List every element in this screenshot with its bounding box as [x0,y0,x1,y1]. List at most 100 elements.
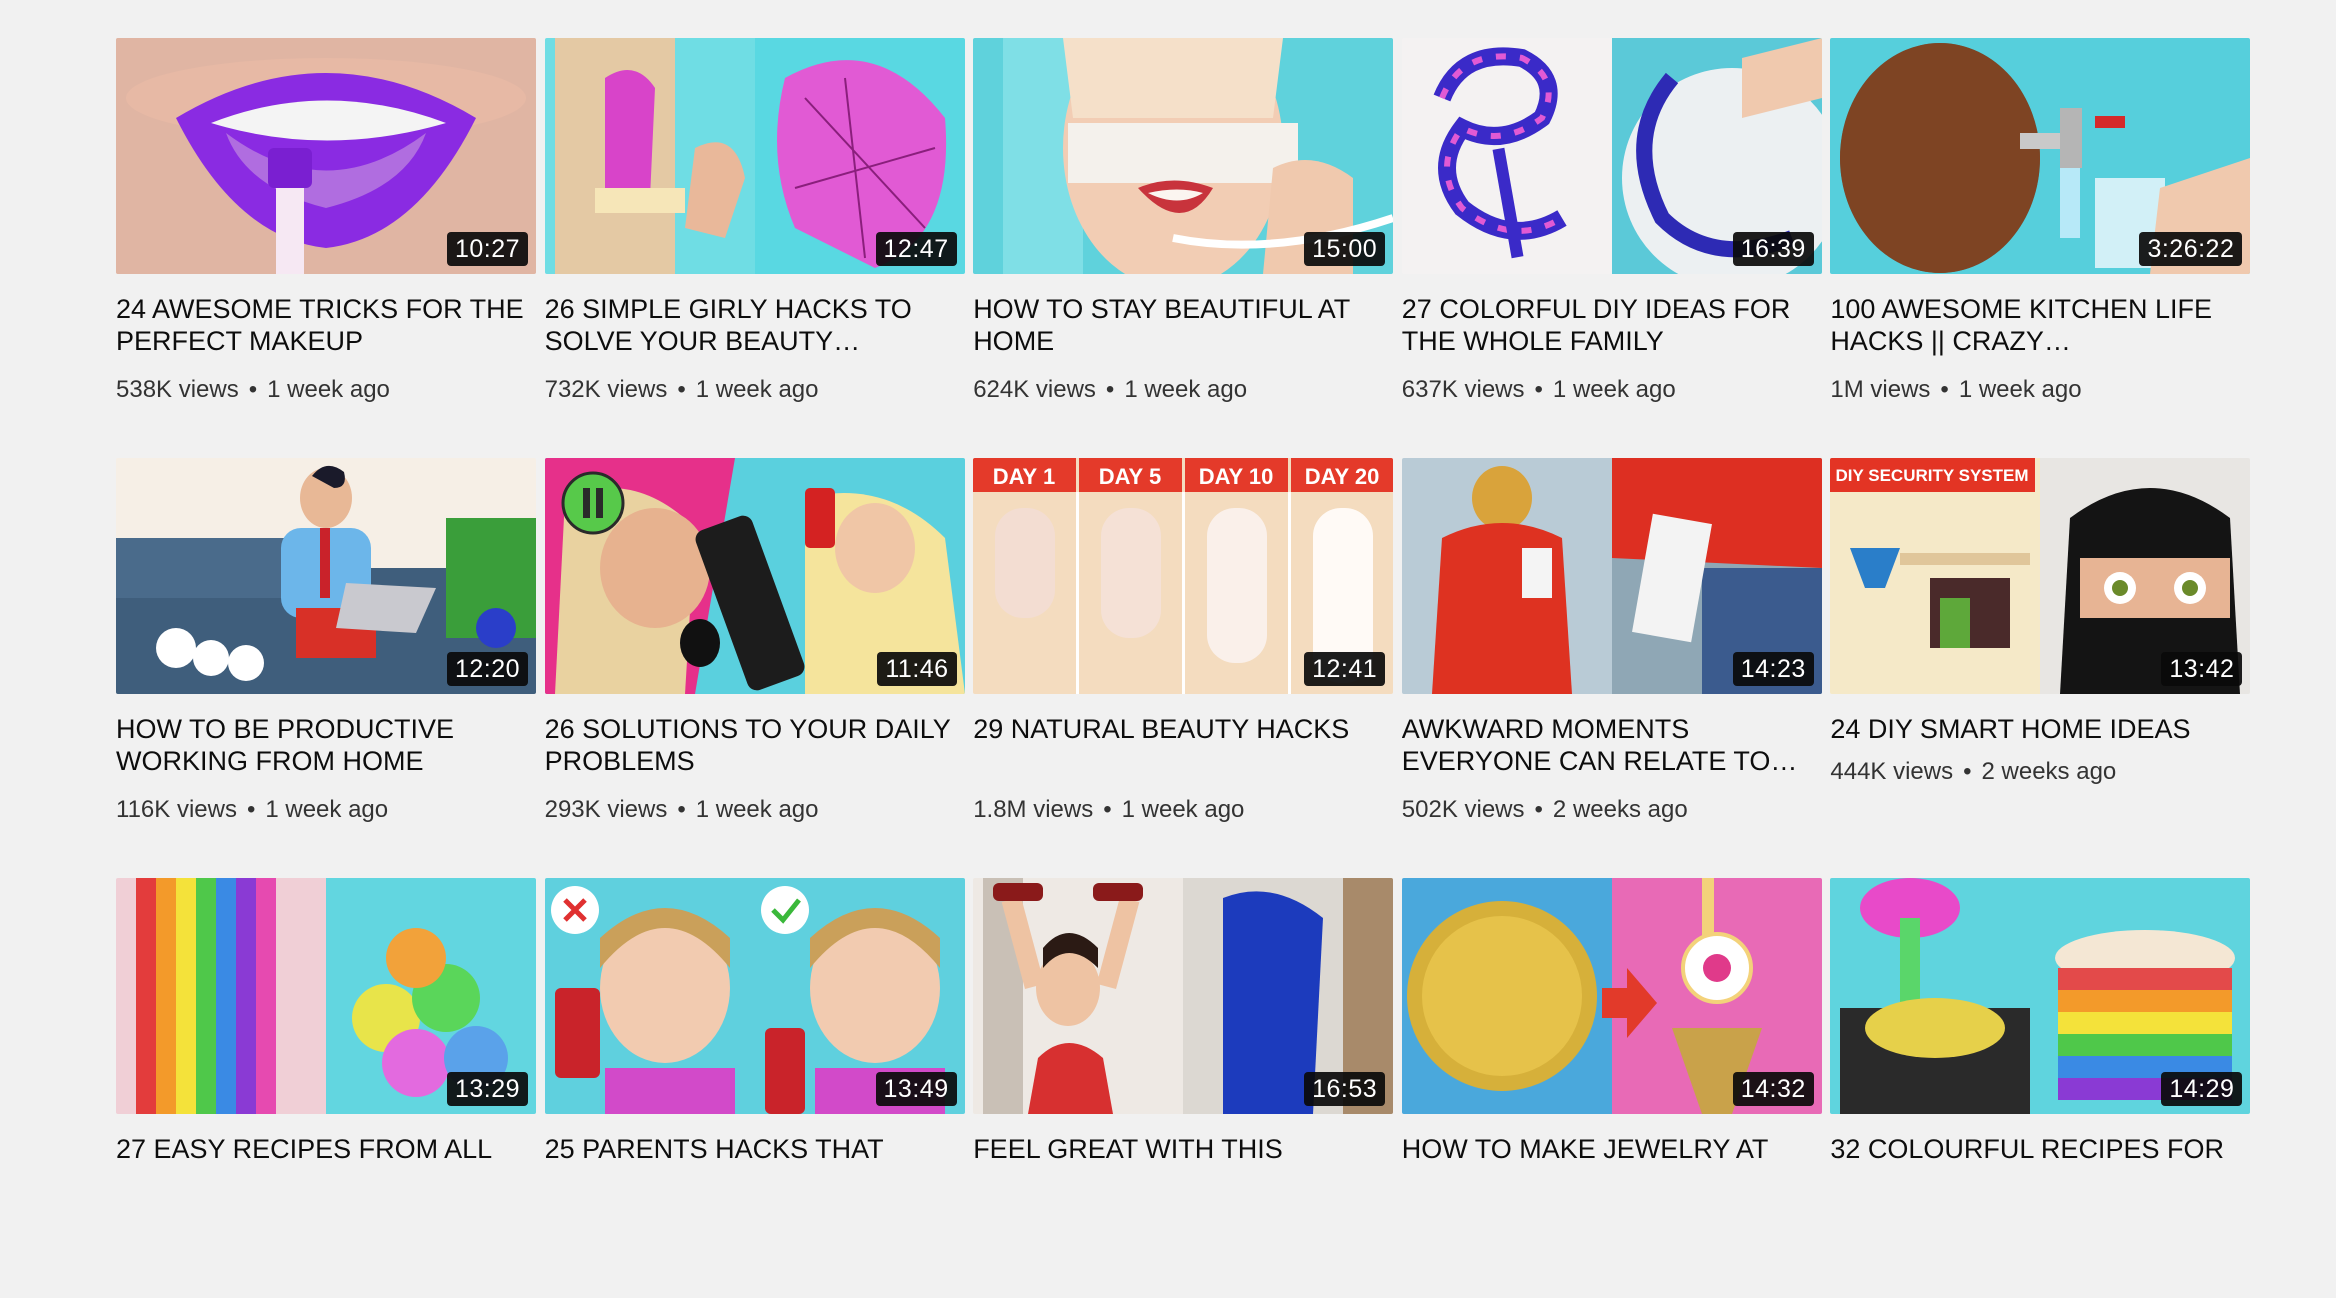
video-title[interactable]: 27 EASY RECIPES FROM ALL [116,1133,526,1165]
upload-age: 2 weeks ago [1552,796,1688,823]
view-count: 624K views [973,376,1096,403]
duration-badge: 12:47 [875,232,957,266]
video-thumbnail[interactable]: 11:46 [544,458,965,694]
video-title[interactable]: FEEL GREAT WITH THIS [973,1133,1383,1165]
video-thumbnail[interactable]: 16:39 [1401,38,1822,274]
video-thumbnail[interactable]: 15:00 [973,38,1394,274]
duration-badge: 13:29 [446,1072,528,1106]
view-count: 1M views [1830,376,1931,403]
video-meta: 1M views • 1 week ago [1830,376,2081,404]
video-title[interactable]: HOW TO BE PRODUCTIVE WORKING FROM HOME [116,713,526,777]
video-title[interactable]: 26 SOLUTIONS TO YOUR DAILY PROBLEMS [545,713,955,777]
duration-badge: 13:49 [875,1072,957,1106]
video-thumbnail[interactable]: 12:20 [116,458,536,694]
duration-badge: 3:26:22 [2139,232,2243,266]
video-thumbnail[interactable]: 14:32 [1401,878,1822,1114]
duration-badge: 16:39 [1732,232,1814,266]
video-card[interactable]: 10:27 24 AWESOME TRICKS FOR THE PERFECT … [116,38,536,458]
separator-dot: • [1940,376,1949,403]
upload-age: 1 week ago [695,376,819,403]
separator-dot: • [246,796,256,823]
separator-dot: • [1105,376,1115,403]
video-thumbnail[interactable]: 14:23 [1401,458,1822,694]
upload-age: 1 week ago [695,796,819,823]
video-meta: 538K views • 1 week ago [116,376,390,404]
duration-badge: 15:00 [1304,232,1386,266]
video-card[interactable]: 16:39 27 COLORFUL DIY IDEAS FOR THE WHOL… [1401,38,1822,458]
video-card[interactable]: 12:47 26 SIMPLE GIRLY HACKS TO SOLVE YOU… [544,38,965,458]
video-card[interactable]: 13:29 27 EASY RECIPES FROM ALL [116,878,536,1298]
video-title[interactable]: 24 AWESOME TRICKS FOR THE PERFECT MAKEUP [116,293,526,357]
nail-day-label: DAY 20 [1305,464,1380,489]
video-title[interactable]: AWKWARD MOMENTS EVERYONE CAN RELATE TO… [1402,713,1812,777]
duration-badge: 16:53 [1304,1072,1386,1106]
video-title[interactable]: 100 AWESOME KITCHEN LIFE HACKS || CRAZY… [1830,293,2240,357]
video-card[interactable]: 15:00 HOW TO STAY BEAUTIFUL AT HOME 624K… [973,38,1394,458]
video-card[interactable]: 11:46 26 SOLUTIONS TO YOUR DAILY PROBLEM… [544,458,965,878]
upload-age: 2 weeks ago [1981,758,2117,785]
view-count: 502K views [1401,796,1525,823]
video-meta: 293K views • 1 week ago [545,796,819,824]
video-card[interactable]: 14:23 AWKWARD MOMENTS EVERYONE CAN RELAT… [1401,458,1822,878]
video-meta: 637K views • 1 week ago [1402,376,1676,404]
separator-dot: • [677,796,686,823]
video-grid: 10:27 24 AWESOME TRICKS FOR THE PERFECT … [116,38,2251,1298]
video-thumbnail[interactable]: 13:49 [544,878,965,1114]
duration-badge: 12:20 [446,652,528,686]
separator-dot: • [1963,758,1972,785]
view-count: 637K views [1401,376,1525,403]
upload-age: 1 week ago [265,796,389,823]
video-title[interactable]: HOW TO STAY BEAUTIFUL AT HOME [973,293,1383,357]
nail-day-label: DAY 1 [993,464,1055,489]
video-card[interactable]: 3:26:22 100 AWESOME KITCHEN LIFE HACKS |… [1830,38,2251,458]
duration-badge: 14:23 [1732,652,1814,686]
video-thumbnail[interactable]: 3:26:22 [1830,38,2251,274]
video-card[interactable]: 13:49 25 PARENTS HACKS THAT [544,878,965,1298]
video-meta: 732K views • 1 week ago [545,376,819,404]
upload-age: 1 week ago [267,376,390,403]
video-card[interactable]: 16:53 FEEL GREAT WITH THIS [973,878,1394,1298]
video-title[interactable]: 24 DIY SMART HOME IDEAS [1830,713,2240,745]
duration-badge: 10:27 [446,232,528,266]
separator-dot: • [1534,376,1543,403]
video-row: 13:29 27 EASY RECIPES FROM ALL 13:49 25 … [116,878,2251,1298]
upload-age: 1 week ago [1958,376,2082,403]
security-banner: DIY SECURITY SYSTEM [1836,466,2029,485]
video-title[interactable]: HOW TO MAKE JEWELRY AT [1402,1133,1812,1165]
video-meta: 1.8M views • 1 week ago [973,796,1244,824]
video-thumbnail[interactable]: 13:29 [116,878,536,1114]
video-title[interactable]: 25 PARENTS HACKS THAT [545,1133,955,1165]
upload-age: 1 week ago [1121,796,1245,823]
video-card[interactable]: 14:29 32 COLOURFUL RECIPES FOR [1830,878,2251,1298]
video-thumbnail[interactable]: DIY SECURITY SYSTEM 13:42 [1830,458,2251,694]
video-thumbnail[interactable]: DAY 1 DAY 5 DAY 10 DAY 20 12:41 [973,458,1394,694]
video-thumbnail[interactable]: 14:29 [1830,878,2251,1114]
view-count: 116K views [116,796,237,823]
video-card[interactable]: 12:20 HOW TO BE PRODUCTIVE WORKING FROM … [116,458,536,878]
upload-age: 1 week ago [1552,376,1676,403]
upload-age: 1 week ago [1124,376,1248,403]
nail-day-label: DAY 5 [1099,464,1161,489]
view-count: 444K views [1830,758,1954,785]
duration-badge: 12:41 [1304,652,1386,686]
separator-dot: • [1103,796,1112,823]
video-card[interactable]: 14:32 HOW TO MAKE JEWELRY AT [1401,878,1822,1298]
video-meta: 502K views • 2 weeks ago [1402,796,1688,824]
video-title[interactable]: 26 SIMPLE GIRLY HACKS TO SOLVE YOUR BEAU… [545,293,955,357]
nail-day-label: DAY 10 [1199,464,1274,489]
video-title[interactable]: 29 NATURAL BEAUTY HACKS [973,713,1383,745]
video-thumbnail[interactable]: 12:47 [544,38,965,274]
video-card[interactable]: DIY SECURITY SYSTEM 13:42 24 DIY SMART H… [1830,458,2251,878]
separator-dot: • [1534,796,1543,823]
duration-badge: 14:32 [1732,1072,1814,1106]
video-thumbnail[interactable]: 16:53 [973,878,1394,1114]
video-title[interactable]: 27 COLORFUL DIY IDEAS FOR THE WHOLE FAMI… [1402,293,1812,357]
video-thumbnail[interactable]: 10:27 [116,38,536,274]
video-title[interactable]: 32 COLOURFUL RECIPES FOR [1830,1133,2240,1165]
video-row: 10:27 24 AWESOME TRICKS FOR THE PERFECT … [116,38,2251,458]
video-row: 12:20 HOW TO BE PRODUCTIVE WORKING FROM … [116,458,2251,878]
video-card[interactable]: DAY 1 DAY 5 DAY 10 DAY 20 12:41 29 NATUR… [973,458,1394,878]
view-count: 538K views [116,376,239,403]
view-count: 732K views [544,376,668,403]
view-count: 293K views [544,796,668,823]
